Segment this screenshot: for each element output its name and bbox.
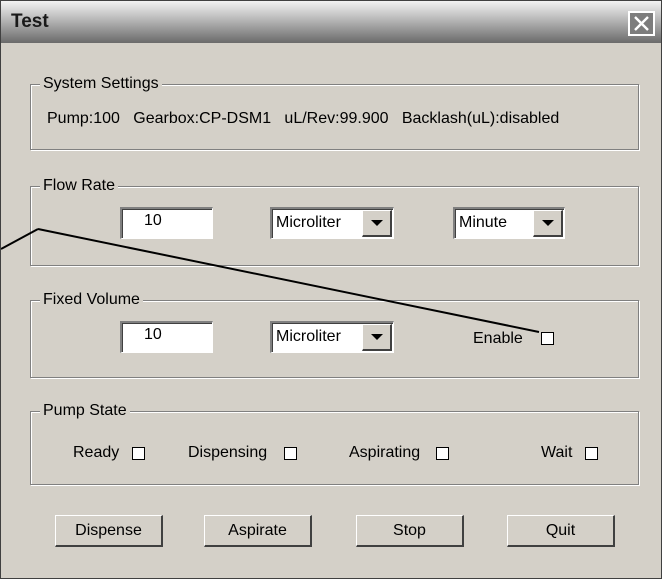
flow-rate-value: 10 (144, 212, 162, 229)
flow-rate-unit-select[interactable]: Microliter (270, 207, 394, 239)
test-dialog: Test System Settings Pump:100 Gearbox:CP… (0, 0, 662, 579)
fixed-volume-unit-dropdown-button[interactable] (362, 324, 392, 351)
pump-state-aspirating-label: Aspirating (349, 444, 421, 461)
pump-state-group: Pump State Ready Dispensing Aspirating W… (30, 401, 639, 485)
aspirate-button[interactable]: Aspirate (204, 515, 312, 547)
pump-state-ready-checkbox[interactable] (132, 447, 145, 460)
chevron-down-icon (370, 334, 383, 340)
pump-state-ready-label: Ready (73, 444, 120, 461)
chevron-down-icon (541, 220, 554, 226)
fixed-volume-group: Fixed Volume 10 Microliter Enable (30, 290, 639, 378)
system-settings-legend: System Settings (40, 74, 162, 94)
flow-rate-input[interactable]: 10 (120, 207, 213, 239)
flow-rate-time-select[interactable]: Minute (453, 207, 565, 239)
flow-rate-unit-value: Microliter (276, 214, 341, 231)
flow-rate-legend: Flow Rate (40, 176, 119, 196)
pump-state-wait-checkbox[interactable] (585, 447, 598, 460)
quit-button[interactable]: Quit (507, 515, 615, 547)
pump-state-aspirating-checkbox[interactable] (436, 447, 449, 460)
fixed-volume-legend: Fixed Volume (40, 290, 143, 310)
pump-state-dispensing-label: Dispensing (188, 444, 268, 461)
fixed-volume-unit-select[interactable]: Microliter (270, 321, 394, 353)
flow-rate-time-value: Minute (459, 214, 508, 231)
close-icon (634, 16, 649, 31)
flow-rate-unit-dropdown-button[interactable] (362, 210, 392, 237)
enable-checkbox[interactable] (541, 332, 554, 345)
window-title: Test (11, 11, 49, 32)
flow-rate-group: Flow Rate 10 Microliter Minute (30, 176, 639, 266)
close-button[interactable] (628, 11, 655, 36)
flow-rate-time-dropdown-button[interactable] (533, 210, 563, 237)
stop-button[interactable]: Stop (356, 515, 464, 547)
dispense-button[interactable]: Dispense (55, 515, 163, 547)
fixed-volume-unit-value: Microliter (276, 328, 341, 345)
pump-state-wait-label: Wait (541, 444, 573, 461)
pump-state-legend: Pump State (40, 401, 130, 421)
pump-state-dispensing-checkbox[interactable] (284, 447, 297, 460)
system-settings-info: Pump:100 Gearbox:CP-DSM1 uL/Rev:99.900 B… (47, 110, 560, 127)
fixed-volume-value: 10 (144, 326, 162, 343)
dialog-client-area: System Settings Pump:100 Gearbox:CP-DSM1… (4, 44, 658, 575)
title-bar[interactable]: Test (1, 1, 661, 43)
system-settings-group: System Settings Pump:100 Gearbox:CP-DSM1… (30, 74, 639, 150)
enable-label: Enable (473, 330, 523, 347)
fixed-volume-input[interactable]: 10 (120, 321, 213, 353)
chevron-down-icon (370, 220, 383, 226)
